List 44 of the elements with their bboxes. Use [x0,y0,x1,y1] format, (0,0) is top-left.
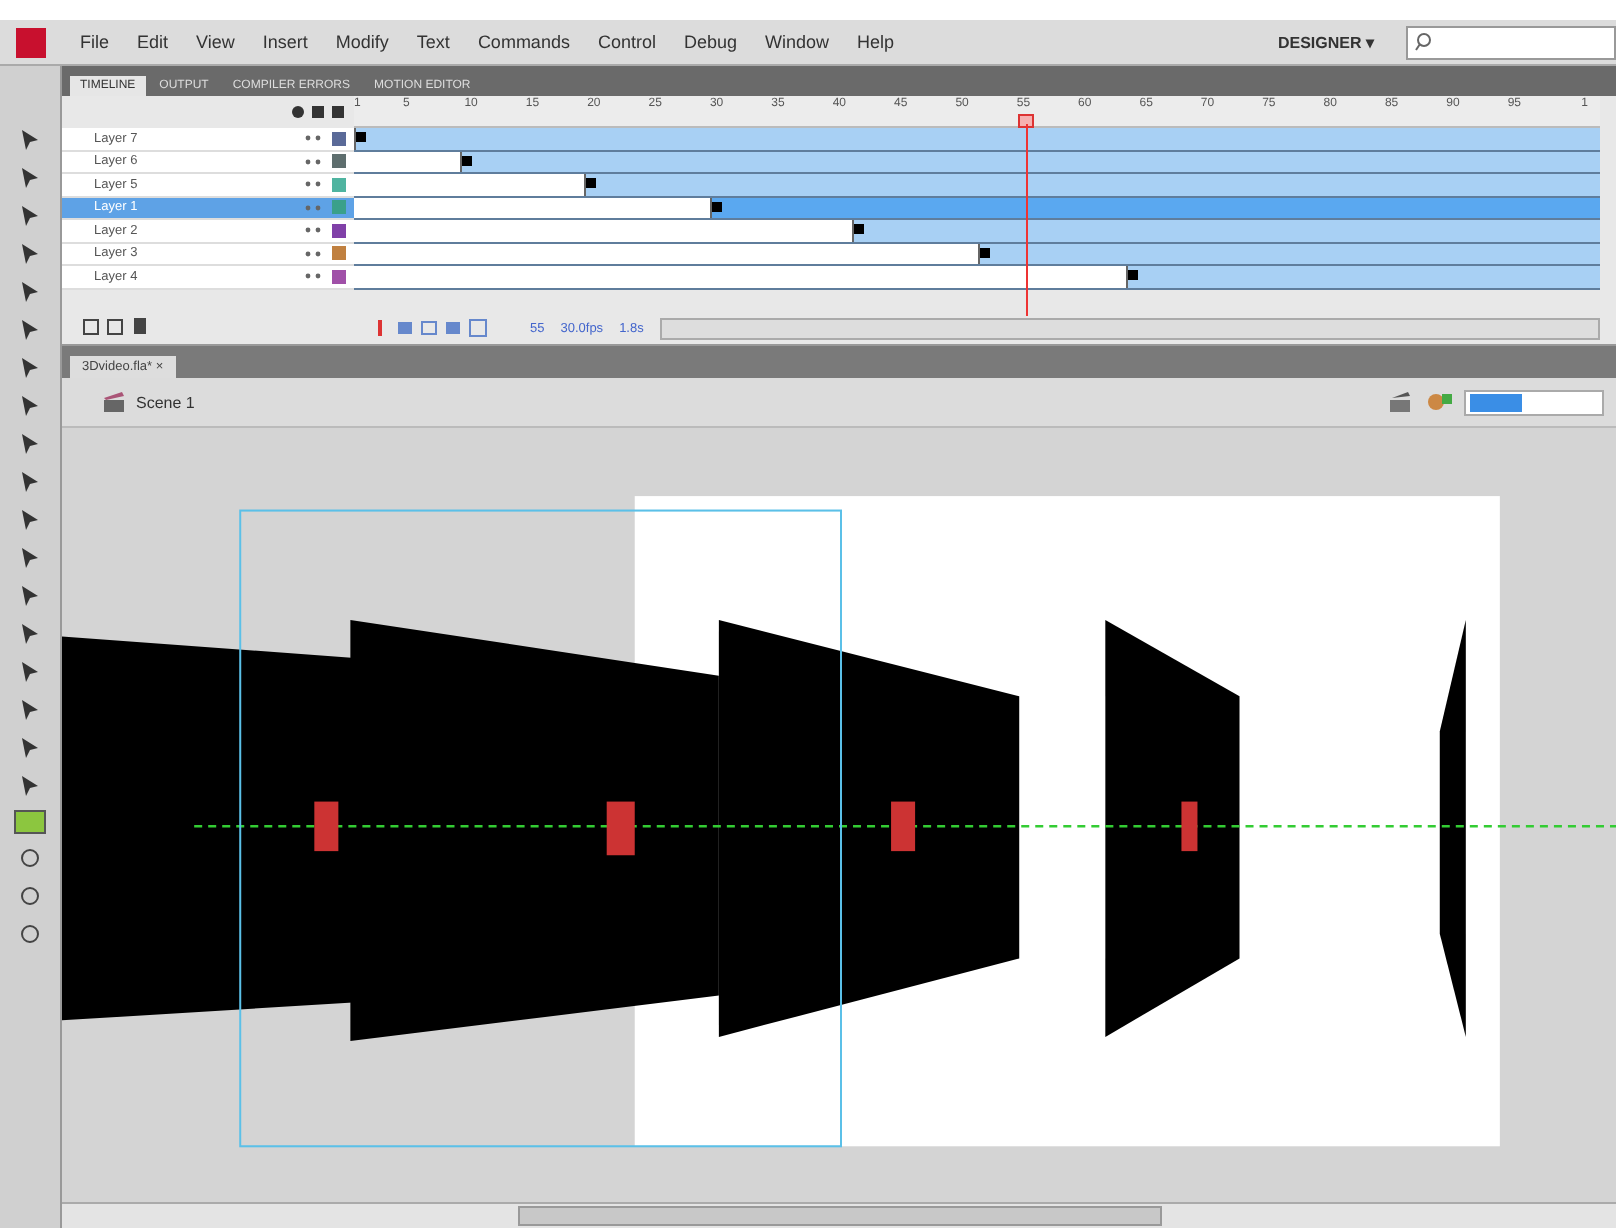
menu-item[interactable]: Text [402,32,464,52]
layer-toggle-dots-icon[interactable] [304,180,324,189]
keyframe-icon [586,178,597,188]
playhead[interactable] [1018,114,1035,128]
layer-toggle-dots-icon[interactable] [304,226,324,235]
menu-item[interactable]: Edit [123,32,183,52]
keyframe-icon [854,224,865,234]
layer-toggle-dots-icon[interactable] [304,134,324,143]
layer-toggle-dots-icon[interactable] [304,157,324,166]
menu-item[interactable]: Control [583,32,670,52]
search-field[interactable] [1406,25,1616,59]
tool-option-icon[interactable] [16,882,44,910]
registration-icon [314,801,339,852]
stage-scrollbar[interactable] [62,1202,1616,1228]
keyframe-icon [461,155,472,165]
menu-item[interactable]: Commands [463,32,584,52]
menu-item[interactable]: Insert [248,32,322,52]
fill-swatch[interactable] [14,810,46,834]
menu-item[interactable]: Help [843,32,909,52]
search-icon [1414,32,1432,52]
app-logo-icon [16,27,46,57]
menu-item[interactable]: Modify [321,32,403,52]
keyframe-icon [356,132,366,142]
menu-item[interactable]: File [66,32,124,52]
registration-icon [891,801,916,852]
scene-label[interactable]: Scene 1 [136,393,195,411]
layer-toggle-dots-icon[interactable] [304,272,324,281]
menu-item[interactable]: View [182,32,249,52]
edit-scene-icon[interactable] [1388,390,1416,414]
tool-option-icon[interactable] [16,844,44,872]
clapper-icon [102,391,126,413]
keyframe-icon [979,247,989,257]
tool-option-icon[interactable] [16,920,44,948]
keyframe-icon [712,201,723,211]
zoom-field[interactable] [1464,389,1604,415]
workspace-switcher[interactable]: DESIGNER ▾ [1265,33,1386,51]
menu-item[interactable]: Window [751,32,844,52]
keyframe-icon [1128,270,1139,280]
layer-toggle-dots-icon[interactable] [304,203,324,212]
menu-item[interactable]: Debug [669,32,751,52]
registration-icon [1181,801,1198,852]
layer-toggle-icons[interactable] [290,104,350,120]
timeline-scrollbar[interactable] [659,317,1600,339]
layer-toggle-dots-icon[interactable] [304,249,324,258]
